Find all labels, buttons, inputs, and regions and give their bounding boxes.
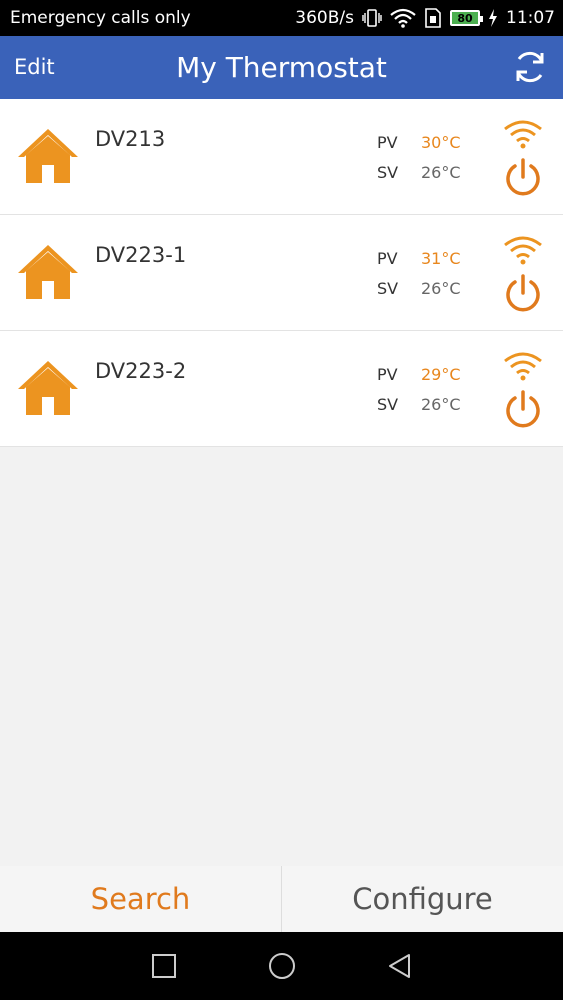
pv-label: PV [377, 133, 398, 152]
bottom-tab-bar: Search Configure [0, 866, 563, 932]
sv-label: SV [377, 279, 399, 298]
sv-value: 26°C [421, 163, 461, 182]
vibrate-icon [362, 9, 382, 27]
sv-label: SV [377, 163, 399, 182]
wifi-icon [503, 119, 543, 149]
configure-tab[interactable]: Configure [282, 866, 563, 932]
sv-value: 26°C [421, 395, 461, 414]
device-row[interactable]: DV213 PV 30°C SV 26°C [0, 99, 563, 215]
home-icon[interactable] [268, 952, 296, 980]
power-icon[interactable] [503, 389, 543, 429]
device-row[interactable]: DV223-1 PV 31°C SV 26°C [0, 215, 563, 331]
sim-icon [424, 8, 442, 28]
device-list: DV213 PV 30°C SV 26°C DV223-1 PV 31°C SV… [0, 99, 563, 447]
pv-value: 30°C [421, 133, 461, 152]
search-tab[interactable]: Search [0, 866, 282, 932]
clock: 11:07 [506, 8, 555, 28]
device-name: DV223-1 [95, 243, 187, 267]
pv-label: PV [377, 249, 398, 268]
power-icon[interactable] [503, 273, 543, 313]
battery-indicator: 80 [450, 10, 483, 26]
charging-icon [488, 9, 498, 27]
recent-apps-icon[interactable] [150, 952, 178, 980]
sv-label: SV [377, 395, 399, 414]
system-nav-bar [0, 932, 563, 1000]
power-icon[interactable] [503, 157, 543, 197]
page-title: My Thermostat [176, 51, 387, 84]
sv-value: 26°C [421, 279, 461, 298]
pv-label: PV [377, 365, 398, 384]
wifi-status-icon [390, 8, 416, 28]
wifi-icon [503, 235, 543, 265]
wifi-icon [503, 351, 543, 381]
device-row[interactable]: DV223-2 PV 29°C SV 26°C [0, 331, 563, 447]
pv-value: 31°C [421, 249, 461, 268]
pv-value: 29°C [421, 365, 461, 384]
device-name: DV213 [95, 127, 166, 151]
app-header: Edit My Thermostat [0, 36, 563, 99]
house-icon [16, 243, 80, 301]
house-icon [16, 359, 80, 417]
back-icon[interactable] [386, 952, 414, 980]
carrier-text: Emergency calls only [10, 8, 191, 28]
house-icon [16, 127, 80, 185]
status-icons: 360B/s 80 11:07 [295, 8, 555, 28]
device-name: DV223-2 [95, 359, 187, 383]
network-speed: 360B/s [295, 8, 354, 28]
refresh-icon[interactable] [511, 48, 549, 86]
status-bar: Emergency calls only 360B/s 80 11:07 [0, 0, 563, 36]
